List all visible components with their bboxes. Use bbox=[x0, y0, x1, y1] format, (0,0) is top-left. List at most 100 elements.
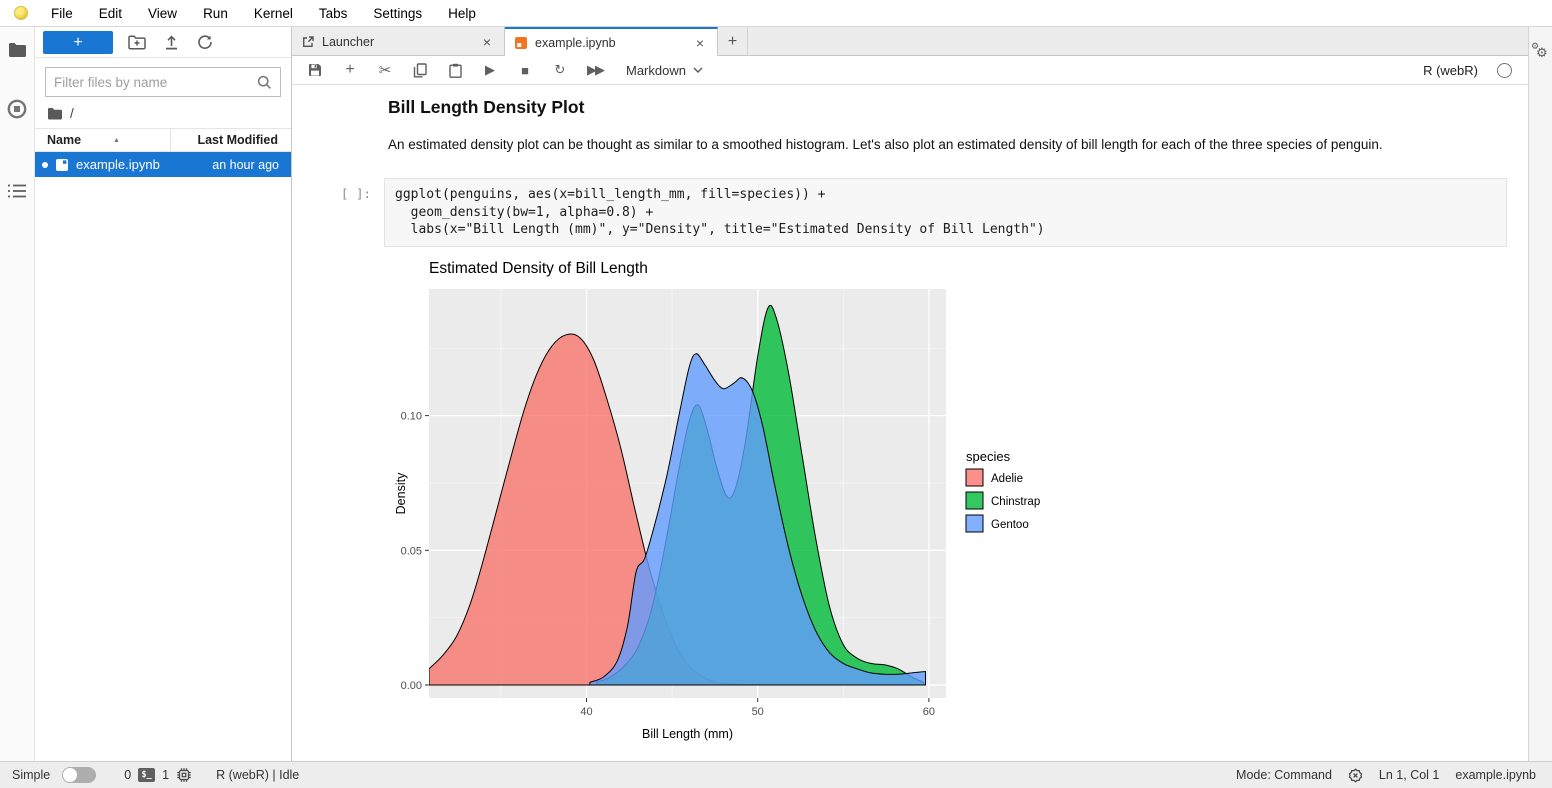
svg-text:⚙: ⚙ bbox=[1536, 45, 1548, 59]
left-activity-bar bbox=[0, 27, 35, 761]
breadcrumb[interactable]: / bbox=[35, 97, 291, 128]
save-icon[interactable] bbox=[307, 61, 323, 79]
column-header-last-modified[interactable]: Last Modified bbox=[171, 133, 291, 147]
menu-edit[interactable]: Edit bbox=[86, 6, 135, 21]
close-icon[interactable]: × bbox=[479, 34, 495, 50]
menu-run[interactable]: Run bbox=[190, 6, 241, 21]
svg-text:60: 60 bbox=[923, 706, 935, 718]
code-line: labs(x="Bill Length (mm)", y="Density", … bbox=[395, 221, 1496, 239]
cell-type-dropdown[interactable]: Markdown bbox=[626, 63, 703, 78]
markdown-heading[interactable]: Bill Length Density Plot bbox=[388, 97, 1528, 118]
menu-view[interactable]: View bbox=[135, 6, 190, 21]
column-header-name[interactable]: Name ▲ bbox=[35, 129, 171, 151]
cell-output: Estimated Density of Bill Length 40 50 60 0.… bbox=[391, 253, 1528, 748]
svg-text:50: 50 bbox=[752, 706, 764, 718]
unsaved-changes-dot bbox=[42, 162, 48, 168]
search-icon bbox=[257, 75, 272, 90]
cut-cells-icon[interactable]: ✂ bbox=[377, 61, 393, 79]
tab-label: Launcher bbox=[322, 35, 374, 49]
menu-file[interactable]: File bbox=[38, 6, 86, 21]
menu-settings[interactable]: Settings bbox=[360, 6, 435, 21]
new-launcher-button[interactable]: + bbox=[43, 31, 113, 54]
trust-shield-icon[interactable] bbox=[1348, 768, 1363, 783]
menu-bar: File Edit View Run Kernel Tabs Settings … bbox=[0, 0, 1552, 27]
command-mode-indicator[interactable]: Mode: Command bbox=[1236, 768, 1332, 782]
file-row-example-ipynb[interactable]: example.ipynb an hour ago bbox=[35, 152, 291, 177]
close-icon[interactable]: × bbox=[692, 35, 708, 51]
cursor-position[interactable]: Ln 1, Col 1 bbox=[1379, 768, 1439, 782]
add-tab-button[interactable]: + bbox=[718, 27, 748, 56]
add-cell-icon[interactable]: + bbox=[342, 61, 358, 79]
terminals-count[interactable]: 0 bbox=[124, 768, 131, 782]
sort-ascending-icon: ▲ bbox=[113, 137, 120, 144]
svg-text:Gentoo: Gentoo bbox=[991, 519, 1029, 531]
right-activity-bar: ⚙⚙ bbox=[1528, 27, 1552, 761]
svg-text:0.00: 0.00 bbox=[401, 680, 422, 692]
new-folder-icon[interactable] bbox=[127, 32, 147, 52]
menu-tabs[interactable]: Tabs bbox=[306, 6, 361, 21]
code-line: geom_density(bw=1, alpha=0.8) + bbox=[395, 204, 1496, 222]
breadcrumb-root[interactable]: / bbox=[70, 106, 74, 121]
notebook-tab-icon bbox=[514, 36, 528, 50]
active-filename[interactable]: example.ipynb bbox=[1455, 768, 1536, 782]
notebook-toolbar: + ✂ ▶ ■ ↻ ▶▶ Markdown R (webR) bbox=[292, 56, 1528, 85]
file-name: example.ipynb bbox=[76, 157, 205, 172]
svg-text:Chinstrap: Chinstrap bbox=[991, 496, 1040, 508]
refresh-icon[interactable] bbox=[195, 32, 215, 52]
home-folder-icon[interactable] bbox=[47, 107, 63, 120]
svg-text:0.10: 0.10 bbox=[401, 410, 422, 422]
restart-kernel-icon[interactable]: ↻ bbox=[552, 61, 568, 79]
menu-kernel[interactable]: Kernel bbox=[241, 6, 306, 21]
file-list-header: Name ▲ Last Modified bbox=[35, 128, 291, 152]
file-browser-toolbar: + bbox=[35, 27, 291, 58]
paste-cells-icon[interactable] bbox=[447, 61, 463, 79]
main-dock-panel: Launcher × example.ipynb × + + ✂ bbox=[292, 27, 1528, 761]
notebook-content: Bill Length Density Plot An estimated de… bbox=[292, 85, 1528, 761]
svg-text:Bill Length (mm): Bill Length (mm) bbox=[642, 727, 733, 741]
svg-text:0.05: 0.05 bbox=[401, 545, 422, 557]
svg-text:species: species bbox=[966, 449, 1011, 464]
app-logo-icon bbox=[14, 6, 28, 20]
property-inspector-gear-icon[interactable]: ⚙⚙ bbox=[1532, 40, 1549, 59]
copy-cells-icon[interactable] bbox=[412, 61, 428, 79]
code-line: ggplot(penguins, aes(x=bill_length_mm, f… bbox=[395, 186, 1496, 204]
kernel-chip-icon[interactable] bbox=[176, 767, 192, 783]
tab-bar: Launcher × example.ipynb × + bbox=[292, 27, 1528, 56]
running-sessions-icon[interactable] bbox=[6, 98, 28, 120]
file-filter-box bbox=[45, 67, 281, 97]
table-of-contents-icon[interactable] bbox=[6, 180, 28, 202]
tab-example-ipynb[interactable]: example.ipynb × bbox=[505, 27, 718, 56]
notebook-file-icon bbox=[55, 158, 69, 172]
status-bar: Simple 0 $_ 1 R (webR) | Idle Mode: Comm… bbox=[0, 761, 1552, 788]
tab-label: example.ipynb bbox=[535, 36, 616, 50]
code-editor[interactable]: ggplot(penguins, aes(x=bill_length_mm, f… bbox=[384, 178, 1507, 247]
interrupt-kernel-icon[interactable]: ■ bbox=[517, 61, 533, 79]
markdown-paragraph[interactable]: An estimated density plot can be thought… bbox=[388, 137, 1504, 152]
svg-text:40: 40 bbox=[580, 706, 592, 718]
svg-text:Adelie: Adelie bbox=[991, 473, 1023, 485]
terminal-icon[interactable]: $_ bbox=[138, 768, 155, 782]
kernel-status-icon[interactable] bbox=[1497, 63, 1512, 78]
menu-help[interactable]: Help bbox=[435, 6, 489, 21]
cell-type-value: Markdown bbox=[626, 63, 686, 78]
simple-mode-toggle[interactable] bbox=[62, 767, 96, 783]
tab-launcher[interactable]: Launcher × bbox=[292, 27, 505, 56]
file-browser-icon[interactable] bbox=[6, 38, 28, 60]
restart-run-all-icon[interactable]: ▶▶ bbox=[587, 61, 603, 79]
simple-mode-label[interactable]: Simple bbox=[12, 768, 50, 782]
kernel-state[interactable]: R (webR) | Idle bbox=[216, 768, 299, 782]
upload-icon[interactable] bbox=[161, 32, 181, 52]
launcher-icon bbox=[301, 35, 315, 49]
chevron-down-icon bbox=[693, 67, 703, 73]
toggle-knob bbox=[63, 768, 77, 782]
file-filter-input[interactable] bbox=[54, 75, 257, 90]
kernels-count[interactable]: 1 bbox=[162, 768, 169, 782]
svg-text:Estimated Density of Bill Leng: Estimated Density of Bill Length bbox=[429, 260, 648, 277]
cell-prompt: [ ]: bbox=[292, 178, 384, 247]
run-cell-icon[interactable]: ▶ bbox=[482, 61, 498, 79]
kernel-name[interactable]: R (webR) bbox=[1423, 63, 1478, 78]
file-modified-time: an hour ago bbox=[212, 158, 279, 172]
code-cell: [ ]: ggplot(penguins, aes(x=bill_length_… bbox=[292, 178, 1528, 247]
file-browser-panel: + / Name ▲ bbox=[35, 27, 292, 761]
svg-text:Density: Density bbox=[394, 471, 408, 513]
